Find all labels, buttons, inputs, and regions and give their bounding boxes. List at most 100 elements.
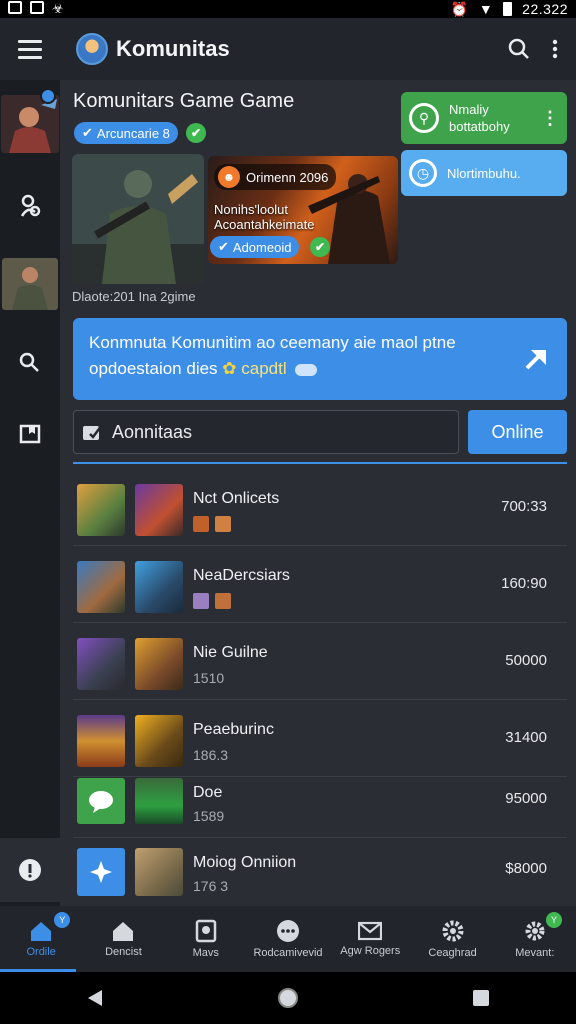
game-value: 95000 <box>505 790 547 807</box>
info-icon <box>19 859 41 881</box>
game-thumbnail <box>135 715 183 767</box>
image-icon <box>30 1 44 14</box>
checkmark-icon: ✔ <box>218 239 229 254</box>
system-navigation-bar <box>0 972 576 1024</box>
status-bar: ☣ ⏰ ▼ 22.322 <box>0 0 576 18</box>
checkmark-icon: ✔ <box>82 125 93 140</box>
alarm-icon: ⏰ <box>450 0 469 17</box>
game-cover-art[interactable] <box>72 154 204 284</box>
nav-item-chat[interactable]: Rodcamivevid <box>247 906 329 972</box>
nav-badge: Y <box>54 912 71 928</box>
chat-icon <box>276 920 299 942</box>
tag-icon <box>193 516 209 532</box>
event-chip[interactable]: ✔ Adomeoid <box>210 236 300 258</box>
more-vert-icon[interactable] <box>552 39 558 59</box>
nav-item-settings[interactable]: Ceaghrad <box>411 906 493 972</box>
list-item[interactable]: Peaeburinc 186.3 31400 <box>73 701 567 777</box>
game-sub: 1510 <box>193 670 225 686</box>
game-name: Nie Guilne <box>193 644 268 661</box>
list-item[interactable]: Nct Onlicets 700:33 <box>73 470 567 546</box>
nav-item-dencist[interactable]: Dencist <box>82 906 164 972</box>
nav-label: Rodcamivevid <box>253 947 323 959</box>
verified-icon: ✔ <box>310 237 330 257</box>
rank-chip-label: Arcuncarie 8 <box>96 125 170 141</box>
nav-label: Ordile <box>26 946 56 958</box>
main-content: Komunitars Game Game ✔ Arcuncarie 8 ✔ ⚲ … <box>60 80 576 906</box>
game-thumbnail <box>135 638 183 690</box>
rank-chip[interactable]: ✔ Arcuncarie 8 <box>74 122 178 144</box>
event-chip-label: Adomeoid <box>232 239 292 255</box>
back-icon[interactable] <box>86 988 104 1008</box>
sidebar-item-info[interactable] <box>0 838 60 902</box>
bookmark-icon <box>19 424 41 444</box>
status-card-green[interactable]: ⚲ Nmaliy bottatbohy ⋮ <box>401 92 567 144</box>
sidebar-item-library[interactable] <box>0 414 60 454</box>
nav-item-mavs[interactable]: Mavs <box>165 906 247 972</box>
event-caption: Nonihs'loolut Acoantahkeimate <box>214 202 314 232</box>
settings-icon <box>525 921 545 941</box>
sidebar-item-profile[interactable] <box>0 88 60 154</box>
tag-icon <box>215 516 231 532</box>
star-icon <box>90 861 112 883</box>
banner-line2: opdoestaion dies <box>89 359 218 378</box>
nav-item-mail[interactable]: Agw Rogers <box>329 906 411 972</box>
search-people-icon <box>19 352 39 372</box>
search-icon[interactable] <box>508 38 530 60</box>
chat-bubble-icon <box>89 791 113 813</box>
status-time: 22.322 <box>522 1 568 17</box>
game-thumbnail <box>135 778 183 824</box>
clock-icon: ◷ <box>409 159 437 187</box>
game-thumbnail <box>77 715 125 767</box>
game-thumbnail <box>135 484 183 536</box>
game-value: $8000 <box>505 860 547 877</box>
game-value: 700:33 <box>501 498 547 515</box>
home-circle-icon[interactable] <box>277 987 299 1009</box>
game-thumbnail <box>77 561 125 613</box>
bottom-navigation: Ordile Y Dencist Mavs Rodcamivevid Agw R… <box>0 906 576 972</box>
arrow-up-right-icon[interactable] <box>521 344 551 374</box>
cloud-icon <box>295 363 318 376</box>
avatar <box>1 95 59 153</box>
game-sub: 186.3 <box>193 747 229 763</box>
recents-icon[interactable] <box>472 989 490 1007</box>
soldier-artwork <box>72 154 204 284</box>
game-sub: 1589 <box>193 808 225 824</box>
map-icon <box>195 919 216 943</box>
sidebar-item-search[interactable] <box>0 342 60 382</box>
app-title: Komunitas <box>116 36 230 61</box>
list-item[interactable]: Moiog Onniion 176 3 $8000 <box>73 838 567 906</box>
banner-line2-wrap: opdoestaion dies ✿ capdtl <box>89 356 551 382</box>
sidebar-item-people[interactable] <box>0 186 60 226</box>
nav-item-home[interactable]: Ordile Y <box>0 906 82 972</box>
search-input[interactable]: Aonnitaas <box>73 410 459 454</box>
nav-item-mevant[interactable]: Mevant: Y <box>494 906 576 972</box>
tag-icon <box>193 593 209 609</box>
list-item[interactable]: NeaDercsiars 160:90 <box>73 547 567 623</box>
lock-icon: ⚲ <box>409 103 439 133</box>
game-thumbnail <box>135 848 183 896</box>
nav-label: Mavs <box>192 947 219 959</box>
nav-badge: Y <box>545 912 562 928</box>
notification-icon <box>8 1 22 14</box>
game-name: Nct Onlicets <box>193 490 280 507</box>
mail-icon <box>358 921 383 941</box>
list-item[interactable]: Doe 1589 95000 <box>73 768 567 838</box>
list-item[interactable]: Nie Guilne 1510 50000 <box>73 624 567 700</box>
nav-label: Ceaghrad <box>428 947 477 959</box>
event-caption-line2: Acoantahkeimate <box>214 217 315 232</box>
online-button[interactable]: Online <box>468 410 567 454</box>
event-icon: ☻ <box>218 166 240 188</box>
status-card-blue[interactable]: ◷ Nlortimbuhu. <box>401 150 567 196</box>
event-caption-line1: Nonihs'loolut <box>214 202 289 217</box>
game-name: Peaeburinc <box>193 721 274 738</box>
card-more-icon[interactable]: ⋮ <box>541 108 559 129</box>
community-banner[interactable]: Konmnuta Komunitim ao ceemany aie maol p… <box>73 318 567 400</box>
game-name: Moiog Onniion <box>193 854 297 871</box>
game-value: 160:90 <box>501 575 547 592</box>
menu-button[interactable] <box>0 18 60 80</box>
sidebar-item-squad[interactable] <box>0 256 60 312</box>
app-thumbnail <box>77 848 125 896</box>
app-bar: Komunitas <box>0 18 576 80</box>
blue-card-label: Nlortimbuhu. <box>447 165 521 181</box>
banner-line2-tail: capdtl <box>241 359 287 378</box>
